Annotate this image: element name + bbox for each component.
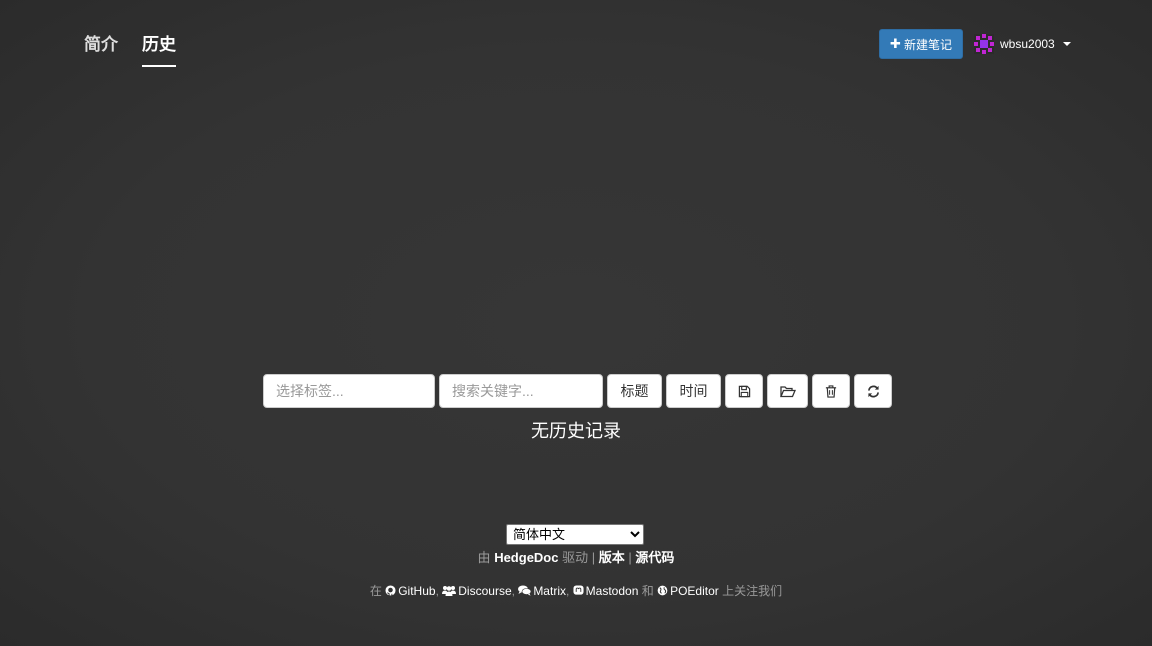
user-menu[interactable]: wbsu2003 — [974, 34, 1071, 54]
separator: | — [591, 550, 596, 565]
discourse-link[interactable]: Discourse — [442, 584, 512, 598]
history-toolbar: 标题 时间 — [263, 374, 892, 408]
save-icon — [738, 385, 750, 397]
poeditor-label: POEditor — [670, 584, 719, 598]
source-code-link[interactable]: 源代码 — [635, 550, 674, 565]
folder-open-icon — [779, 385, 796, 397]
version-link[interactable]: 版本 — [599, 550, 625, 565]
comments-icon — [518, 585, 532, 596]
separator: | — [628, 550, 632, 565]
page: 简介 历史 ✚ 新建笔记 wbsu2003 标题 时间 — [0, 0, 1152, 646]
hedgedoc-link[interactable]: HedgeDoc — [494, 550, 558, 565]
tags-select-input[interactable] — [263, 374, 435, 408]
nav-tabs: 简介 历史 — [84, 30, 176, 67]
language-select[interactable]: 简体中文 — [506, 524, 644, 545]
and-text: 和 — [641, 584, 654, 598]
social-prefix: 在 — [369, 584, 382, 598]
username: wbsu2003 — [1000, 37, 1055, 51]
import-button[interactable] — [767, 374, 808, 408]
tab-history[interactable]: 历史 — [142, 30, 176, 67]
matrix-label: Matrix — [533, 584, 566, 598]
social-suffix: 上关注我们 — [722, 584, 783, 598]
globe-icon — [657, 585, 668, 596]
comma: , — [565, 584, 570, 598]
export-button[interactable] — [725, 374, 763, 408]
new-note-label: 新建笔记 — [903, 37, 952, 52]
users-icon — [442, 586, 457, 596]
github-link[interactable]: GitHub — [385, 584, 436, 598]
plus-icon: ✚ — [890, 36, 901, 51]
matrix-link[interactable]: Matrix — [518, 584, 566, 598]
tab-intro[interactable]: 简介 — [84, 30, 118, 67]
comma: , — [511, 584, 515, 598]
new-note-button[interactable]: ✚ 新建笔记 — [879, 29, 963, 59]
mastodon-icon — [573, 585, 584, 595]
refresh-icon — [867, 385, 879, 397]
comma: , — [435, 584, 439, 598]
social-links: 在 GitHub, Discourse, Matrix, Mastodon 和 … — [0, 582, 1152, 599]
poeditor-link[interactable]: POEditor — [657, 584, 719, 598]
refresh-button[interactable] — [854, 374, 892, 408]
trash-icon — [825, 384, 837, 398]
sort-by-time-button[interactable]: 时间 — [666, 374, 721, 408]
search-input[interactable] — [439, 374, 603, 408]
powered-by: 由 HedgeDoc 驱动 | 版本 | 源代码 — [0, 547, 1152, 566]
github-label: GitHub — [398, 584, 436, 598]
powered-suffix: 驱动 — [562, 550, 589, 565]
empty-history-message: 无历史记录 — [531, 421, 621, 441]
sort-by-title-button[interactable]: 标题 — [607, 374, 662, 408]
avatar — [974, 34, 994, 54]
discourse-label: Discourse — [458, 584, 512, 598]
caret-down-icon — [1062, 42, 1071, 46]
clear-history-button[interactable] — [812, 374, 850, 408]
github-icon — [385, 585, 396, 596]
powered-prefix: 由 — [477, 550, 491, 565]
mastodon-link[interactable]: Mastodon — [573, 584, 639, 598]
mastodon-label: Mastodon — [585, 584, 639, 598]
